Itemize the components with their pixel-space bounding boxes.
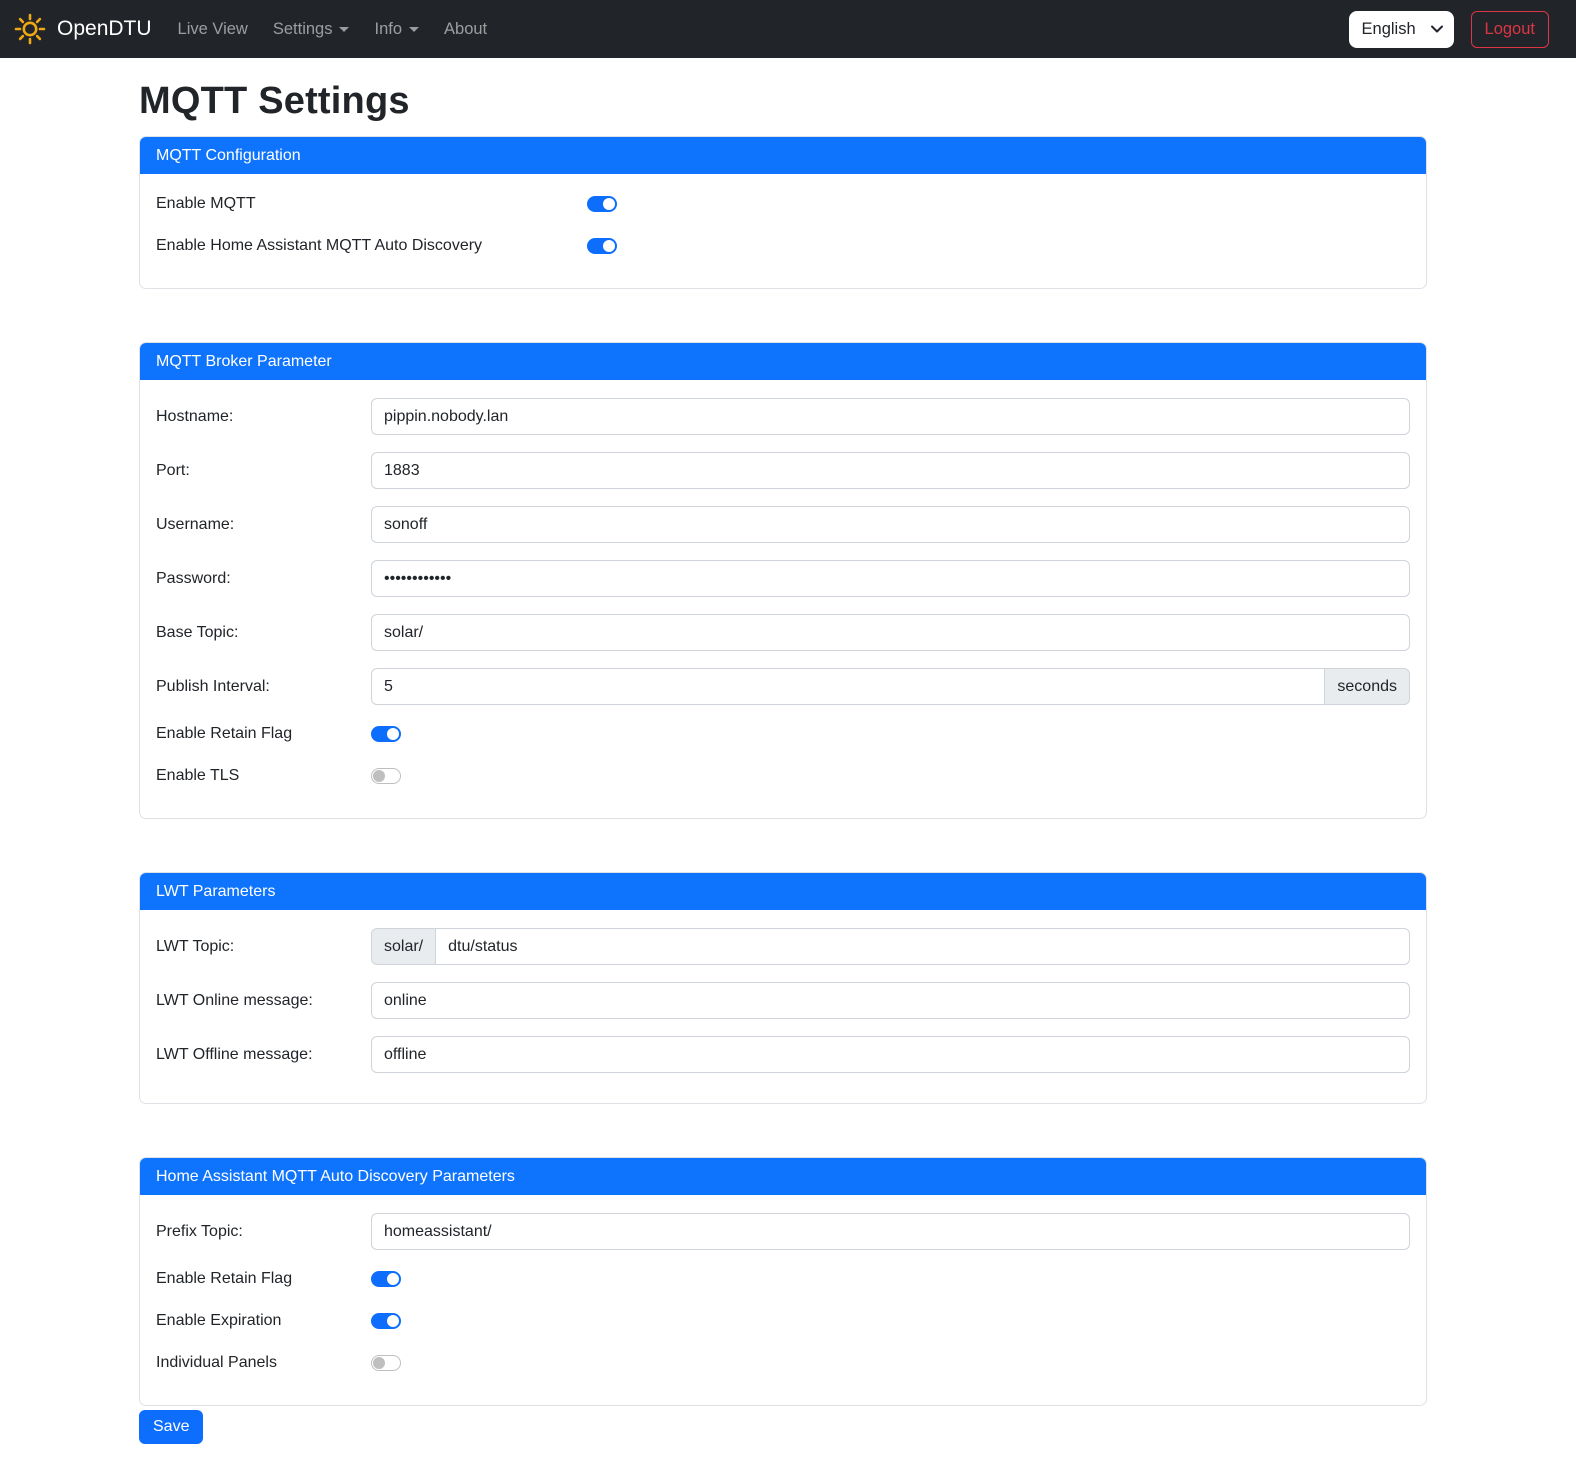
field-row-publish-interval: Publish Interval: seconds	[156, 668, 1410, 705]
field-label: Port:	[156, 462, 371, 480]
field-label: Hostname:	[156, 408, 371, 426]
switch-row-ha-enable-retain: Enable Retain Flag	[156, 1267, 1410, 1291]
switch-row-enable-tls: Enable TLS	[156, 764, 1410, 788]
brand-link[interactable]: OpenDTU	[12, 11, 152, 47]
nav-item-label: About	[444, 20, 487, 39]
publish-interval-input[interactable]	[371, 668, 1325, 705]
field-label: Username:	[156, 516, 371, 534]
switch-row-enable-mqtt: Enable MQTT	[156, 192, 1410, 216]
card-header: Home Assistant MQTT Auto Discovery Param…	[140, 1158, 1426, 1195]
username-input[interactable]	[371, 506, 1410, 543]
field-row-prefix-topic: Prefix Topic:	[156, 1213, 1410, 1250]
nav-item-about[interactable]: About	[436, 12, 495, 47]
ha-enable-expiration-toggle[interactable]	[371, 1313, 401, 1329]
card-lwt-parameters: LWT Parameters LWT Topic: solar/ LWT Onl…	[139, 872, 1427, 1104]
field-row-lwt-offline: LWT Offline message:	[156, 1036, 1410, 1073]
field-row-base-topic: Base Topic:	[156, 614, 1410, 651]
card-mqtt-broker-parameter: MQTT Broker Parameter Hostname: Port: Us…	[139, 342, 1427, 819]
field-label: Individual Panels	[156, 1354, 371, 1372]
card-body: Prefix Topic: Enable Retain Flag Enable …	[140, 1195, 1426, 1405]
enable-tls-toggle[interactable]	[371, 768, 401, 784]
field-label: Prefix Topic:	[156, 1223, 371, 1241]
sun-icon	[12, 11, 48, 47]
publish-interval-group: seconds	[371, 668, 1410, 705]
field-row-lwt-online: LWT Online message:	[156, 982, 1410, 1019]
switch-row-ha-enable-expiration: Enable Expiration	[156, 1309, 1410, 1333]
field-label: Enable MQTT	[156, 195, 587, 213]
field-label: Publish Interval:	[156, 678, 371, 696]
field-row-password: Password:	[156, 560, 1410, 597]
card-header: LWT Parameters	[140, 873, 1426, 910]
chevron-down-icon	[339, 27, 349, 32]
field-row-lwt-topic: LWT Topic: solar/	[156, 928, 1410, 965]
chevron-down-icon	[1430, 22, 1444, 36]
language-select[interactable]: English	[1349, 11, 1454, 48]
card-body: Hostname: Port: Username: Password: Base…	[140, 380, 1426, 818]
enable-retain-toggle[interactable]	[371, 726, 401, 742]
page-title: MQTT Settings	[139, 80, 1427, 123]
nav-links: Live View Settings Info About	[170, 0, 505, 58]
logout-button[interactable]: Logout	[1471, 11, 1549, 48]
switch-row-enable-ha-auto-discovery: Enable Home Assistant MQTT Auto Discover…	[156, 234, 1410, 258]
enable-ha-auto-discovery-toggle[interactable]	[587, 238, 617, 254]
nav-item-info[interactable]: Info	[366, 12, 427, 47]
lwt-offline-input[interactable]	[371, 1036, 1410, 1073]
field-row-username: Username:	[156, 506, 1410, 543]
ha-enable-retain-toggle[interactable]	[371, 1271, 401, 1287]
password-input[interactable]	[371, 560, 1410, 597]
language-select-value: English	[1362, 20, 1416, 39]
base-topic-input[interactable]	[371, 614, 1410, 651]
card-body: Enable MQTT Enable Home Assistant MQTT A…	[140, 174, 1426, 288]
field-label: Enable Retain Flag	[156, 1270, 371, 1288]
field-label: Base Topic:	[156, 624, 371, 642]
navbar: OpenDTU Live View Settings Info About En…	[0, 0, 1576, 58]
field-label: Enable Retain Flag	[156, 725, 371, 743]
field-row-hostname: Hostname:	[156, 398, 1410, 435]
field-label: LWT Online message:	[156, 992, 371, 1010]
nav-item-label: Live View	[178, 20, 248, 39]
enable-mqtt-toggle[interactable]	[587, 196, 617, 212]
nav-item-label: Info	[374, 20, 402, 39]
switch-row-individual-panels: Individual Panels	[156, 1351, 1410, 1375]
card-mqtt-configuration: MQTT Configuration Enable MQTT Enable Ho…	[139, 136, 1427, 289]
card-body: LWT Topic: solar/ LWT Online message: LW…	[140, 910, 1426, 1103]
field-label: Enable TLS	[156, 767, 371, 785]
lwt-online-input[interactable]	[371, 982, 1410, 1019]
hostname-input[interactable]	[371, 398, 1410, 435]
field-row-port: Port:	[156, 452, 1410, 489]
prefix-topic-input[interactable]	[371, 1213, 1410, 1250]
nav-item-label: Settings	[273, 20, 333, 39]
chevron-down-icon	[409, 27, 419, 32]
field-label: LWT Offline message:	[156, 1046, 371, 1064]
field-label: Enable Expiration	[156, 1312, 371, 1330]
field-label: Password:	[156, 570, 371, 588]
ha-individual-panels-toggle[interactable]	[371, 1355, 401, 1371]
save-button[interactable]: Save	[139, 1410, 203, 1444]
nav-item-settings[interactable]: Settings	[265, 12, 358, 47]
field-label: Enable Home Assistant MQTT Auto Discover…	[156, 237, 587, 255]
card-header: MQTT Broker Parameter	[140, 343, 1426, 380]
nav-item-live-view[interactable]: Live View	[170, 12, 256, 47]
lwt-topic-prefix: solar/	[371, 928, 436, 965]
brand-label: OpenDTU	[57, 17, 152, 41]
card-ha-auto-discovery: Home Assistant MQTT Auto Discovery Param…	[139, 1157, 1427, 1406]
publish-interval-unit: seconds	[1325, 668, 1410, 705]
main-content: MQTT Settings MQTT Configuration Enable …	[139, 80, 1427, 1466]
field-label: LWT Topic:	[156, 938, 371, 956]
switch-row-enable-retain: Enable Retain Flag	[156, 722, 1410, 746]
card-header: MQTT Configuration	[140, 137, 1426, 174]
port-input[interactable]	[371, 452, 1410, 489]
lwt-topic-input[interactable]	[436, 928, 1410, 965]
lwt-topic-group: solar/	[371, 928, 1410, 965]
